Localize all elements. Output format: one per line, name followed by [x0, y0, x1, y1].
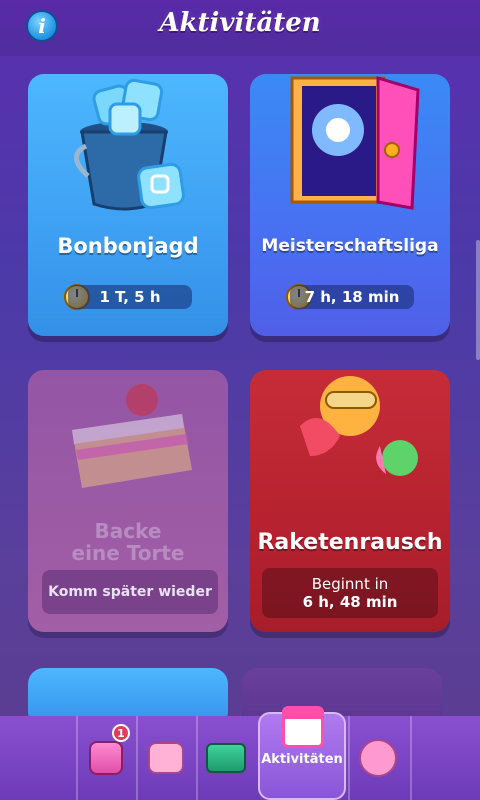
friends-icon	[148, 742, 184, 774]
page-title: Aktivitäten	[159, 8, 321, 38]
card-title: Raketenrausch	[257, 530, 443, 555]
notice-line1: Beginnt in	[311, 575, 389, 593]
nav-friends[interactable]	[136, 716, 196, 800]
card-title: Backe eine Torte	[71, 519, 185, 565]
timer-text: 7 h, 18 min	[304, 288, 400, 306]
scroll-indicator	[476, 240, 480, 360]
nav-shop[interactable]: 1	[76, 716, 136, 800]
timer-pill: 7 h, 18 min	[290, 285, 414, 309]
nav-team[interactable]	[348, 716, 408, 800]
card-title: Meisterschaftsliga	[261, 236, 439, 256]
card-meisterschaftsliga[interactable]: Meisterschaftsliga 7 h, 18 min	[250, 74, 450, 336]
cake-icon	[72, 384, 192, 488]
card-raketenrausch[interactable]: Raketenrausch Beginnt in 6 h, 48 min	[250, 370, 450, 632]
come-back-later-notice: Komm später wieder	[42, 570, 218, 614]
bucket-icon	[74, 78, 185, 211]
calendar-icon	[282, 706, 324, 748]
starts-in-notice: Beginnt in 6 h, 48 min	[262, 568, 438, 618]
star-map-icon	[206, 743, 246, 773]
timer-text: 1 T, 5 h	[99, 288, 161, 306]
header: i Aktivitäten	[0, 0, 480, 56]
notice-text: Komm später wieder	[48, 584, 212, 600]
galaxy-door-icon	[290, 75, 420, 210]
nav-activities-label: Aktivitäten	[261, 752, 343, 767]
notice-line2: 6 h, 48 min	[302, 593, 398, 611]
card-backe-eine-torte[interactable]: Backe eine Torte Komm später wieder	[28, 370, 228, 632]
timer-pill: 1 T, 5 h	[68, 285, 192, 309]
team-icon	[359, 739, 397, 777]
nav-divider	[410, 716, 412, 800]
shop-icon	[89, 741, 123, 775]
notification-badge: 1	[112, 724, 130, 742]
nav-map[interactable]	[196, 716, 256, 800]
rocket-characters-icon	[300, 376, 418, 476]
card-title: Bonbonjagd	[57, 234, 199, 258]
card-bonbonjagd[interactable]: Bonbonjagd 1 T, 5 h	[28, 74, 228, 336]
